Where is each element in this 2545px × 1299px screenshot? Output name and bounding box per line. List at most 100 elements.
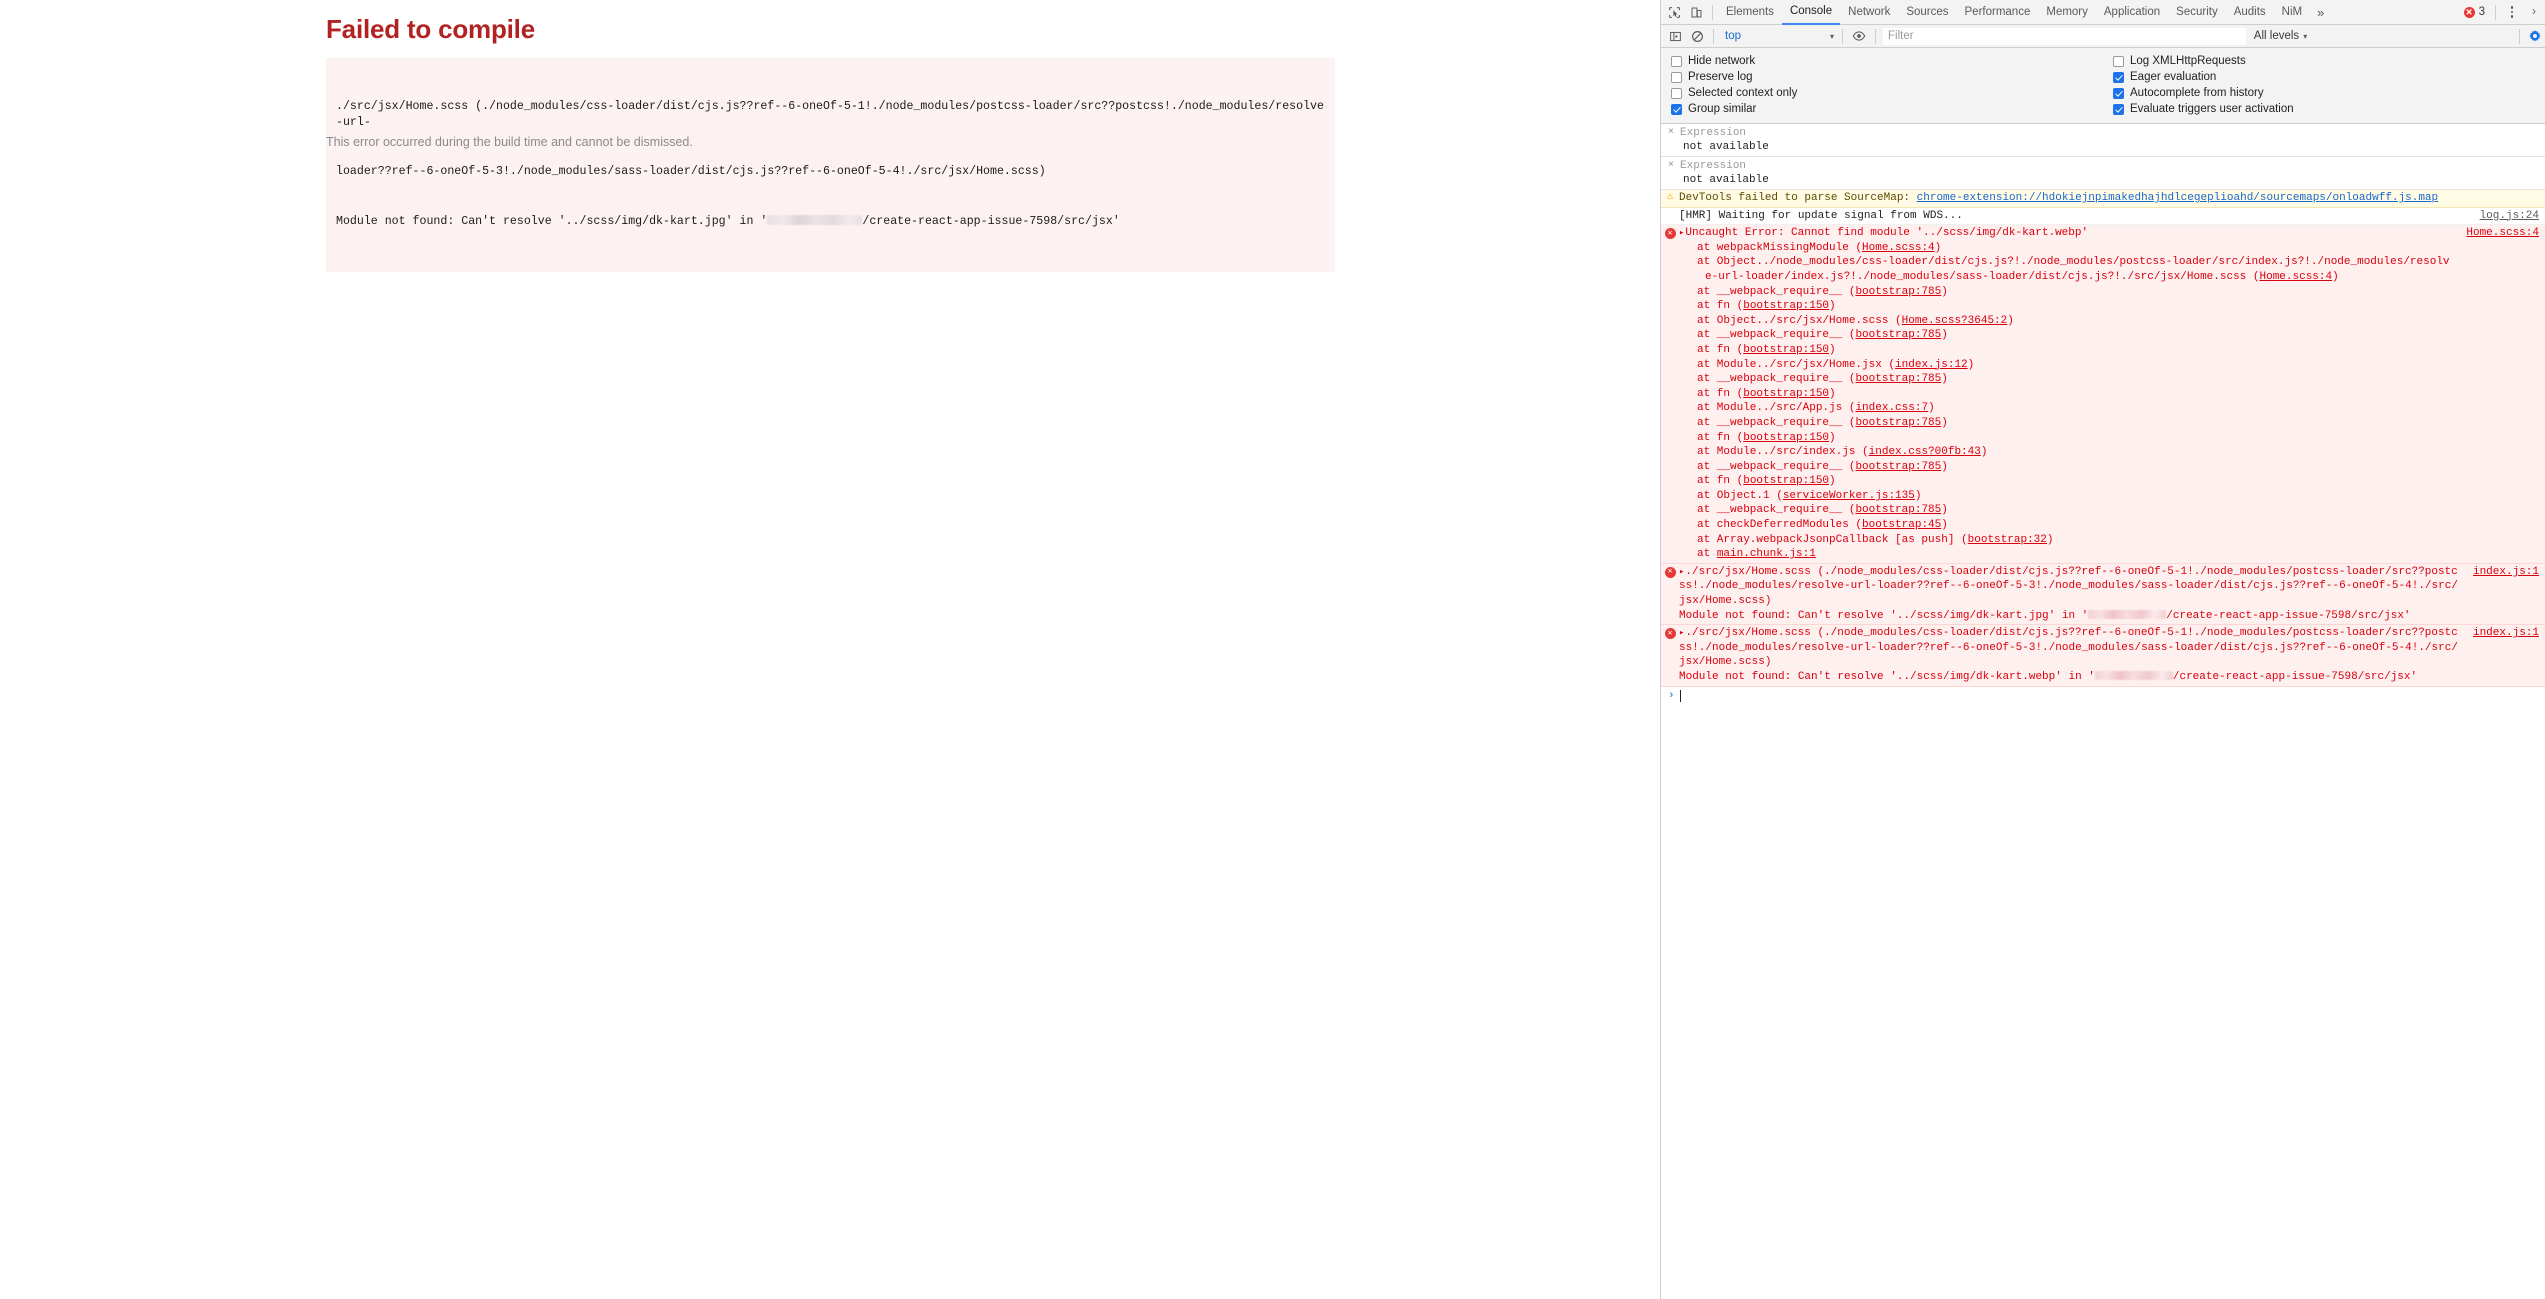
stack-frame-link[interactable]: index.css:7	[1855, 402, 1928, 414]
message-body: ▸./src/jsx/Home.scss (./node_modules/css…	[1679, 565, 2467, 623]
more-tabs-icon[interactable]: »	[2310, 5, 2331, 20]
stack-frame-tail: )	[1941, 285, 1948, 298]
setting-preserve-log[interactable]: Preserve log	[1671, 69, 2103, 85]
eager-evaluation-checkbox-icon[interactable]	[2113, 71, 2124, 83]
stack-frame-link[interactable]: bootstrap:150	[1743, 300, 1829, 312]
message-body: ▸Uncaught Error: Cannot find module '../…	[1679, 226, 2460, 562]
console-message-hmr[interactable]: [HMR] Waiting for update signal from WDS…	[1661, 207, 2545, 226]
stack-frame-tail: )	[1829, 300, 1836, 313]
console-message-uncaught-error[interactable]: ✕ ▸Uncaught Error: Cannot find module '.…	[1661, 225, 2545, 564]
selected-context-only-checkbox-icon[interactable]	[1671, 87, 1682, 99]
stack-frame-link[interactable]: index.css?00fb:43	[1869, 446, 1981, 458]
stack-frame-link[interactable]: Home.scss:4	[2260, 271, 2333, 283]
console-message-module-error-2[interactable]: ✕ ▸./src/jsx/Home.scss (./node_modules/c…	[1661, 625, 2545, 687]
message-source-link[interactable]: index.js:1	[2467, 565, 2545, 580]
kebab-menu-icon[interactable]	[2501, 1, 2523, 23]
log-xmlhttprequests-checkbox-icon[interactable]	[2113, 55, 2124, 67]
execution-context-select[interactable]: top ▾	[1719, 27, 1837, 45]
console-message-module-error-1[interactable]: ✕ ▸./src/jsx/Home.scss (./node_modules/c…	[1661, 563, 2545, 626]
stack-frame-link[interactable]: bootstrap:150	[1743, 432, 1829, 444]
setting-eager-evaluation[interactable]: Eager evaluation	[2113, 69, 2545, 85]
setting-evaluate-triggers-user-activation[interactable]: Evaluate triggers user activation	[2113, 101, 2545, 117]
setting-selected-context-only[interactable]: Selected context only	[1671, 85, 2103, 101]
message-source-link[interactable]: log.js:24	[2474, 209, 2545, 224]
stack-frame-link[interactable]: Home.scss?3645:2	[1902, 315, 2008, 327]
stack-frame: at Object.1 (serviceWorker.js:135)	[1679, 489, 2454, 504]
stack-frame-tail: )	[1914, 489, 1922, 502]
live-expression-1[interactable]: × Expression not available	[1661, 124, 2545, 157]
message-source-link[interactable]: Home.scss:4	[2460, 226, 2545, 241]
tab-memory[interactable]: Memory	[2038, 0, 2096, 24]
expand-stack-icon[interactable]: ▸	[1679, 228, 1684, 238]
console-settings-right-column: Log XMLHttpRequests Eager evaluation Aut…	[2103, 53, 2545, 117]
console-message-list[interactable]: × Expression not available × Expression …	[1661, 124, 2545, 1289]
stack-frame-link[interactable]: Home.scss:4	[1862, 242, 1935, 254]
stack-frame-link[interactable]: bootstrap:785	[1855, 329, 1941, 341]
stack-frame-link[interactable]: bootstrap:785	[1855, 417, 1941, 429]
stack-frame: at Module../src/App.js (index.css:7)	[1679, 401, 2454, 416]
stack-frame: at fn (bootstrap:150)	[1679, 343, 2454, 358]
setting-log-xmlhttprequests[interactable]: Log XMLHttpRequests	[2113, 53, 2545, 69]
stack-frame: at fn (bootstrap:150)	[1679, 474, 2454, 489]
stack-frame: at __webpack_require__ (bootstrap:785)	[1679, 372, 2454, 387]
remove-expression-icon[interactable]: ×	[1668, 126, 1674, 140]
stack-frame-text: at Object../src/jsx/Home.scss (	[1697, 314, 1902, 327]
console-message-sourcemap-warning[interactable]: ⚠ DevTools failed to parse SourceMap: ch…	[1661, 190, 2545, 208]
expand-icon[interactable]: ▸	[1679, 567, 1684, 577]
live-expression-2[interactable]: × Expression not available	[1661, 157, 2545, 190]
uncaught-error-title: Uncaught Error: Cannot find module '../s…	[1685, 227, 2089, 240]
tab-application[interactable]: Application	[2096, 0, 2168, 24]
tab-performance[interactable]: Performance	[1957, 0, 2039, 24]
tab-network[interactable]: Network	[1840, 0, 1898, 24]
stack-frame-text: at __webpack_require__ (	[1697, 416, 1856, 429]
tab-elements[interactable]: Elements	[1718, 0, 1782, 24]
module-error-resolve-suffix: /create-react-app-issue-7598/src/jsx'	[2166, 609, 2411, 622]
setting-group-similar[interactable]: Group similar	[1671, 101, 2103, 117]
stack-frame-link[interactable]: bootstrap:150	[1743, 344, 1829, 356]
expand-icon[interactable]: ▸	[1679, 628, 1684, 638]
module-error-resolve-prefix: Module not found: Can't resolve '../scss…	[1679, 671, 2095, 683]
stack-frame-link[interactable]: bootstrap:785	[1855, 286, 1941, 298]
console-settings-gear-icon[interactable]	[2525, 26, 2545, 46]
stack-frame-link[interactable]: bootstrap:785	[1855, 461, 1941, 473]
stack-frame-link[interactable]: bootstrap:150	[1743, 475, 1829, 487]
stack-frame-link[interactable]: bootstrap:45	[1862, 519, 1941, 531]
tab-audits[interactable]: Audits	[2226, 0, 2274, 24]
log-level-select[interactable]: All levels ▾	[2246, 30, 2315, 42]
message-source-link[interactable]: index.js:1	[2467, 626, 2545, 641]
live-expression-eye-icon[interactable]	[1848, 25, 1870, 47]
console-prompt[interactable]: ›	[1661, 686, 2545, 705]
sourcemap-url-link[interactable]: chrome-extension://hdokiejnpimakedhajhdl…	[1917, 192, 2439, 204]
inspect-element-icon[interactable]	[1663, 1, 1685, 23]
preserve-log-checkbox-icon[interactable]	[1671, 71, 1682, 83]
device-toolbar-icon[interactable]	[1685, 1, 1707, 23]
stack-frame: at webpackMissingModule (Home.scss:4)	[1679, 241, 2454, 256]
autocomplete-from-history-checkbox-icon[interactable]	[2113, 87, 2124, 99]
stack-frame-link[interactable]: bootstrap:32	[1968, 534, 2047, 546]
stack-frame-link[interactable]: bootstrap:785	[1855, 504, 1941, 516]
console-filter-input[interactable]	[1883, 27, 2246, 45]
error-count-badge[interactable]: ✕ 3	[2459, 6, 2490, 18]
message-body: [HMR] Waiting for update signal from WDS…	[1679, 209, 1963, 222]
stack-frame-link[interactable]: bootstrap:785	[1855, 373, 1941, 385]
tab-security[interactable]: Security	[2168, 0, 2226, 24]
stack-frame: at __webpack_require__ (bootstrap:785)	[1679, 285, 2454, 300]
stack-frame: at checkDeferredModules (bootstrap:45)	[1679, 518, 2454, 533]
stack-frame-link[interactable]: serviceWorker.js:135	[1783, 490, 1915, 502]
clear-console-icon[interactable]	[1686, 25, 1708, 47]
close-devtools-icon[interactable]: ›	[2523, 1, 2545, 23]
stack-frame-link[interactable]: index.js:12	[1895, 359, 1968, 371]
setting-autocomplete-from-history[interactable]: Autocomplete from history	[2113, 85, 2545, 101]
console-sidebar-toggle-icon[interactable]	[1664, 25, 1686, 47]
remove-expression-icon[interactable]: ×	[1668, 159, 1674, 173]
stack-frame-link[interactable]: bootstrap:150	[1743, 388, 1829, 400]
tab-sources[interactable]: Sources	[1898, 0, 1956, 24]
setting-hide-network[interactable]: Hide network	[1671, 53, 2103, 69]
group-similar-checkbox-icon[interactable]	[1671, 103, 1682, 115]
module-error-resolve-prefix: Module not found: Can't resolve '../scss…	[1679, 609, 2089, 622]
stack-frame-link[interactable]: main.chunk.js:1	[1717, 548, 1816, 560]
evaluate-triggers-user-activation-checkbox-icon[interactable]	[2113, 103, 2124, 115]
tab-nim[interactable]: NiM	[2274, 0, 2310, 24]
hide-network-checkbox-icon[interactable]	[1671, 55, 1682, 67]
tab-console[interactable]: Console	[1781, 0, 1841, 25]
